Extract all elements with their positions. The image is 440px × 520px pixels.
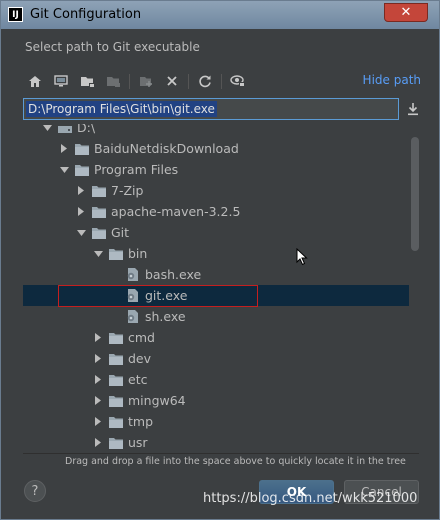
expand-arrow-right-icon[interactable] — [92, 390, 104, 411]
expand-arrow-down-icon[interactable] — [75, 222, 87, 243]
tree-item-label: bin — [128, 246, 148, 261]
tree-item-label: dev — [128, 351, 152, 366]
tree-folder-row[interactable]: Git — [23, 222, 409, 243]
folder-icon — [91, 204, 107, 219]
folder-icon — [108, 330, 124, 345]
folder-icon — [108, 414, 124, 429]
tree-item-label: Program Files — [94, 162, 179, 177]
tree-item-label: bash.exe — [145, 267, 202, 282]
expand-arrow-right-icon[interactable] — [92, 432, 104, 453]
path-input-field[interactable]: D:\Program Files\Git\bin\git.exe — [23, 98, 399, 120]
tree-drive-row[interactable]: D:\ — [23, 124, 409, 138]
executable-file-icon — [125, 267, 141, 282]
home-icon[interactable] — [25, 71, 45, 91]
expand-arrow-right-icon[interactable] — [92, 411, 104, 432]
expand-arrow-right-icon[interactable] — [58, 138, 70, 159]
scrollbar-thumb[interactable] — [411, 137, 419, 251]
toolbar-separator — [129, 74, 130, 89]
expand-arrow-down-icon[interactable] — [41, 124, 53, 138]
intellij-app-icon: IJ — [8, 7, 23, 22]
tree-item-label: BaiduNetdiskDownload — [94, 141, 239, 156]
tree-folder-row[interactable]: Program Files — [23, 159, 409, 180]
folder-icon — [108, 393, 124, 408]
folder-icon — [74, 162, 90, 177]
delete-icon[interactable] — [162, 71, 182, 91]
tree-folder-row[interactable]: BaiduNetdiskDownload — [23, 138, 409, 159]
path-input-value[interactable]: D:\Program Files\Git\bin\git.exe — [26, 101, 217, 117]
tree-folder-row[interactable]: cmd — [23, 327, 409, 348]
watermark: https://blog.csdn.net/wkk521000 — [203, 491, 418, 506]
download-icon[interactable] — [405, 101, 421, 117]
tree-item-label: apache-maven-3.2.5 — [111, 204, 241, 219]
dialog-title: Git Configuration — [30, 7, 142, 22]
show-hidden-icon[interactable] — [228, 71, 248, 91]
select-path-prompt: Select path to Git executable — [25, 40, 200, 54]
expand-arrow-right-icon[interactable] — [92, 327, 104, 348]
tree-item-label: 7-Zip — [111, 183, 144, 198]
tree-item-label: Git — [111, 225, 130, 240]
hide-path-link[interactable]: Hide path — [363, 73, 421, 87]
expand-arrow-right-icon[interactable] — [75, 180, 87, 201]
drive-icon — [57, 124, 73, 135]
project-icon[interactable] — [77, 71, 97, 91]
tree-file-row[interactable]: sh.exe — [23, 306, 409, 327]
toolbar-separator — [188, 74, 189, 89]
expand-arrow-down-icon[interactable] — [92, 243, 104, 264]
module-icon[interactable] — [103, 71, 123, 91]
file-chooser-toolbar: Hide path — [23, 71, 425, 93]
expand-arrow-right-icon[interactable] — [75, 201, 87, 222]
toolbar-separator — [221, 74, 222, 89]
executable-file-icon — [125, 309, 141, 324]
expand-arrow-right-icon[interactable] — [92, 348, 104, 369]
tree-item-label: sh.exe — [145, 309, 186, 324]
highlight-box — [58, 285, 258, 307]
expand-arrow-right-icon[interactable] — [92, 369, 104, 390]
help-button[interactable]: ? — [24, 480, 46, 502]
tree-folder-row[interactable]: usr — [23, 432, 409, 453]
tree-folder-row[interactable]: mingw64 — [23, 390, 409, 411]
drag-drop-hint: Drag and drop a file into the space abov… — [65, 456, 406, 467]
folder-icon — [108, 435, 124, 450]
new-folder-icon[interactable] — [136, 71, 156, 91]
tree-folder-row[interactable]: dev — [23, 348, 409, 369]
tree-folder-row[interactable]: 7-Zip — [23, 180, 409, 201]
tree-folder-row[interactable]: tmp — [23, 411, 409, 432]
tree-item-label: tmp — [128, 414, 154, 429]
title-bar[interactable]: IJ Git Configuration ✕ — [1, 1, 439, 29]
folder-icon — [91, 183, 107, 198]
expand-arrow-down-icon[interactable] — [58, 159, 70, 180]
tree-folder-row[interactable]: etc — [23, 369, 409, 390]
tree-item-label: cmd — [128, 330, 155, 345]
folder-icon — [108, 246, 124, 261]
refresh-icon[interactable] — [195, 71, 215, 91]
tree-item-label: usr — [128, 435, 148, 450]
folder-icon — [108, 351, 124, 366]
mouse-cursor-icon — [296, 247, 308, 266]
tree-item-label: mingw64 — [128, 393, 186, 408]
folder-icon — [108, 372, 124, 387]
desktop-icon[interactable] — [51, 71, 71, 91]
close-button[interactable]: ✕ — [384, 3, 428, 22]
tree-folder-row[interactable]: apache-maven-3.2.5 — [23, 201, 409, 222]
tree-folder-row[interactable]: bin — [23, 243, 409, 264]
folder-icon — [91, 225, 107, 240]
git-configuration-dialog: IJ Git Configuration ✕ Select path to Gi… — [0, 0, 440, 520]
folder-icon — [74, 141, 90, 156]
tree-item-label: etc — [128, 372, 148, 387]
tree-item-label: D:\ — [77, 124, 96, 135]
tree-file-row[interactable]: bash.exe — [23, 264, 409, 285]
